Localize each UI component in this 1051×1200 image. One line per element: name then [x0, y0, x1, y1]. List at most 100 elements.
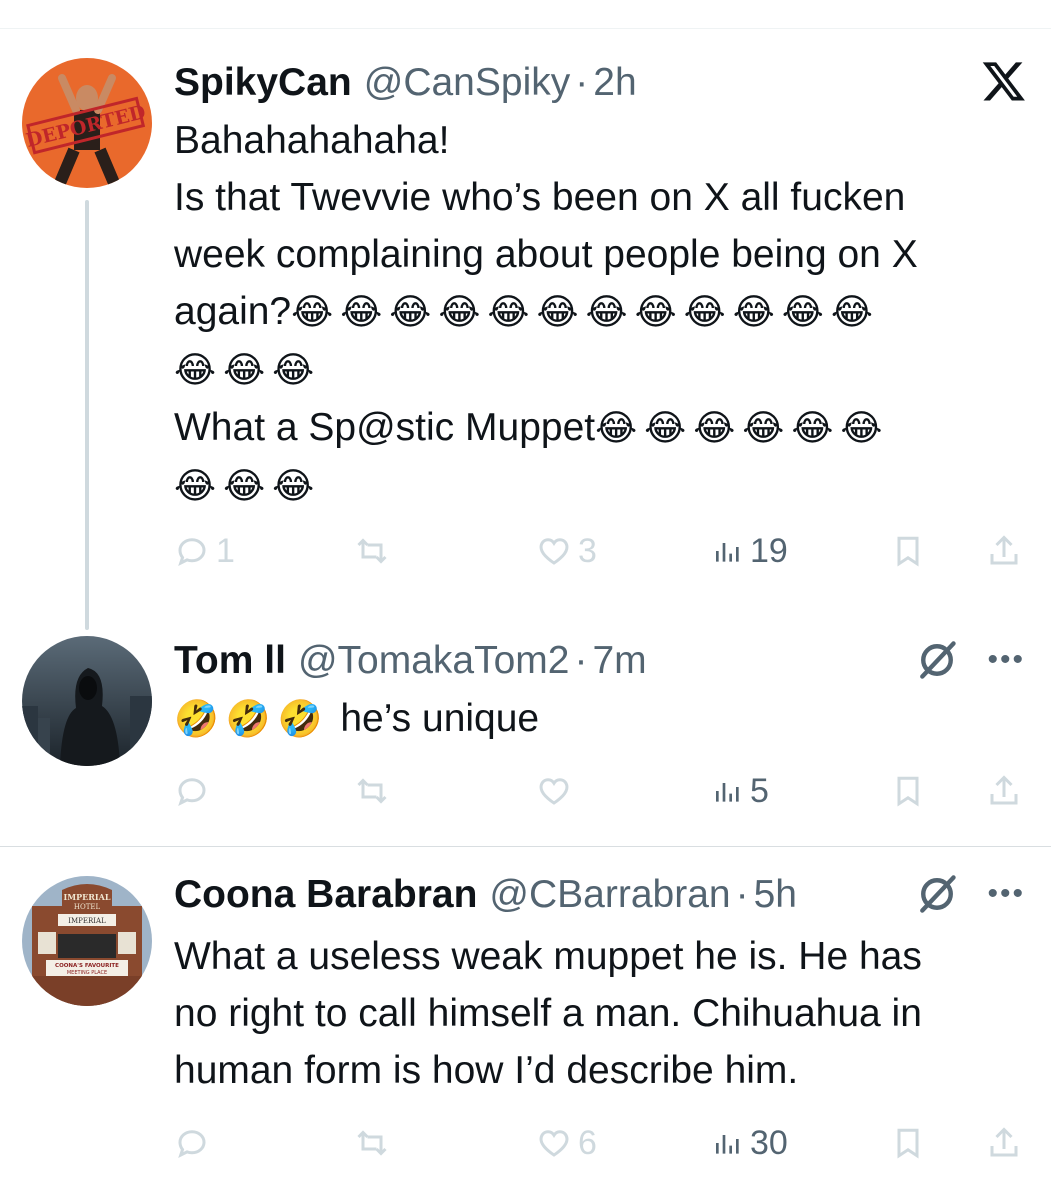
reply-icon — [178, 778, 206, 806]
action-bar: 1 3 19 — [174, 526, 1034, 576]
reply-icon — [178, 1130, 206, 1158]
laughing-emoji-run: 😂😂😂 — [174, 350, 322, 391]
like-icon — [539, 538, 569, 565]
repost-icon — [357, 1130, 387, 1156]
tweet-line-text: What a Sp@stic Muppet — [174, 406, 596, 449]
share-button[interactable] — [986, 526, 1022, 576]
like-button[interactable] — [536, 766, 572, 816]
x-logo-icon — [982, 62, 1025, 101]
views-icon — [716, 1135, 739, 1154]
like-icon — [539, 1130, 569, 1157]
user-handle[interactable]: @TomakaTom2 — [298, 639, 570, 683]
tweet-text: 🤣🤣🤣 he’s unique — [174, 690, 1034, 748]
like-button[interactable]: 3 — [536, 526, 597, 576]
bookmark-button[interactable] — [890, 526, 926, 576]
action-bar: 5 — [174, 766, 1034, 816]
share-button[interactable] — [986, 766, 1022, 816]
tweet-line: again?😂😂😂😂😂😂😂😂😂😂😂😂 — [174, 283, 1034, 341]
avatar-sign-text: COONA'S FAVOURITE — [55, 963, 119, 969]
tweet-line: Bahahahahaha! — [174, 119, 450, 162]
bookmark-icon — [897, 776, 919, 807]
tweet-line: 😂😂😂 — [174, 457, 1034, 515]
tweet-line: week complaining about people being on X — [174, 233, 918, 276]
laughing-emoji-run: 😂😂😂😂😂😂😂😂😂😂😂😂 — [291, 292, 880, 333]
tweet-line: no right to call himself a man. Chihuahu… — [174, 992, 922, 1035]
avatar-sign-text: MEETING PLACE — [67, 970, 107, 976]
repost-button[interactable] — [354, 526, 390, 576]
reply-count: 1 — [216, 531, 235, 570]
like-count: 6 — [578, 1123, 597, 1162]
tweet-coona-barabran[interactable]: IMPERIAL HOTEL IMPERIAL COONA'S FAVOURIT… — [0, 870, 1051, 1190]
rofl-emoji-run: 🤣🤣🤣 — [174, 699, 330, 740]
tweet-line: 🤣🤣🤣 he’s unique — [174, 690, 1034, 748]
share-icon — [990, 535, 1018, 565]
views-button[interactable]: 30 — [712, 1118, 788, 1168]
tweet-line: What a useless weak muppet he is. He has — [174, 935, 922, 978]
views-icon — [716, 783, 739, 802]
like-button[interactable]: 6 — [536, 1118, 597, 1168]
tweet-line: What a Sp@stic Muppet😂😂😂😂😂😂 — [174, 399, 1034, 457]
user-handle[interactable]: @CBarrabran — [489, 873, 730, 917]
tweet-menu: ••• — [915, 638, 1025, 682]
more-icon[interactable]: ••• — [987, 645, 1025, 675]
view-count: 30 — [750, 1123, 788, 1162]
bookmark-icon — [897, 536, 919, 567]
tweet-line: 😂😂😂 — [174, 341, 1034, 399]
share-icon — [990, 775, 1018, 805]
tweet-text: Bahahahahaha! Is that Twevvie who’s been… — [174, 112, 1034, 515]
tweet-divider — [0, 846, 1051, 847]
like-icon — [539, 778, 569, 805]
like-count: 3 — [578, 531, 597, 570]
timestamp[interactable]: 7m — [592, 639, 646, 683]
timestamp[interactable]: 5h — [754, 873, 797, 917]
bookmark-icon — [897, 1128, 919, 1159]
repost-button[interactable] — [354, 766, 390, 816]
tweet-header: Coona Barabran @CBarrabran · 5h — [174, 870, 797, 920]
views-icon — [716, 543, 739, 562]
tweet-menu: ••• — [915, 872, 1025, 916]
top-divider — [0, 28, 1051, 29]
avatar[interactable] — [22, 636, 152, 766]
separator-dot: · — [735, 873, 749, 916]
separator-dot: · — [575, 61, 589, 104]
separator-dot: · — [574, 639, 588, 682]
view-count: 5 — [750, 771, 769, 810]
tweet-line: human form is how I’d describe him. — [174, 1049, 799, 1092]
reply-icon — [178, 538, 206, 566]
reply-button[interactable]: 1 — [174, 526, 235, 576]
avatar[interactable]: DEPORTED — [22, 58, 152, 188]
repost-icon — [357, 538, 387, 564]
reply-button[interactable] — [174, 766, 210, 816]
thread-line — [85, 200, 89, 630]
more-icon[interactable]: ••• — [987, 879, 1025, 909]
reply-button[interactable] — [174, 1118, 210, 1168]
display-name[interactable]: Tom ll — [174, 639, 286, 683]
views-button[interactable]: 5 — [712, 766, 769, 816]
action-bar: 6 30 — [174, 1118, 1034, 1168]
repost-button[interactable] — [354, 1118, 390, 1168]
bookmark-button[interactable] — [890, 766, 926, 816]
tweet-header: SpikyCan @CanSpiky · 2h — [174, 58, 637, 108]
share-icon — [990, 1127, 1018, 1157]
timestamp[interactable]: 2h — [593, 61, 636, 105]
display-name[interactable]: Coona Barabran — [174, 873, 477, 917]
grok-icon[interactable] — [915, 638, 959, 682]
tweet-spikycan[interactable]: DEPORTED SpikyCan @CanSpiky · 2h Bahahah… — [0, 58, 1051, 638]
avatar-sign-text: IMPERIAL — [64, 892, 111, 902]
tweet-line: Is that Twevvie who’s been on X all fuck… — [174, 176, 906, 219]
share-button[interactable] — [986, 1118, 1022, 1168]
grok-icon[interactable] — [915, 872, 959, 916]
laughing-emoji-run: 😂😂😂 — [174, 466, 322, 507]
tweet-line-text: again? — [174, 290, 292, 333]
tweet-text: What a useless weak muppet he is. He has… — [174, 928, 1034, 1099]
user-handle[interactable]: @CanSpiky — [364, 61, 571, 105]
avatar-sign-text: IMPERIAL — [68, 917, 106, 925]
view-count: 19 — [750, 531, 788, 570]
tweet-tomll[interactable]: Tom ll @TomakaTom2 · 7m ••• 🤣🤣🤣 he’s uni… — [0, 636, 1051, 836]
avatar[interactable]: IMPERIAL HOTEL IMPERIAL COONA'S FAVOURIT… — [22, 876, 152, 1006]
display-name[interactable]: SpikyCan — [174, 61, 352, 105]
repost-icon — [357, 778, 387, 804]
bookmark-button[interactable] — [890, 1118, 926, 1168]
views-button[interactable]: 19 — [712, 526, 788, 576]
tweet-line-text: he’s unique — [340, 697, 540, 740]
